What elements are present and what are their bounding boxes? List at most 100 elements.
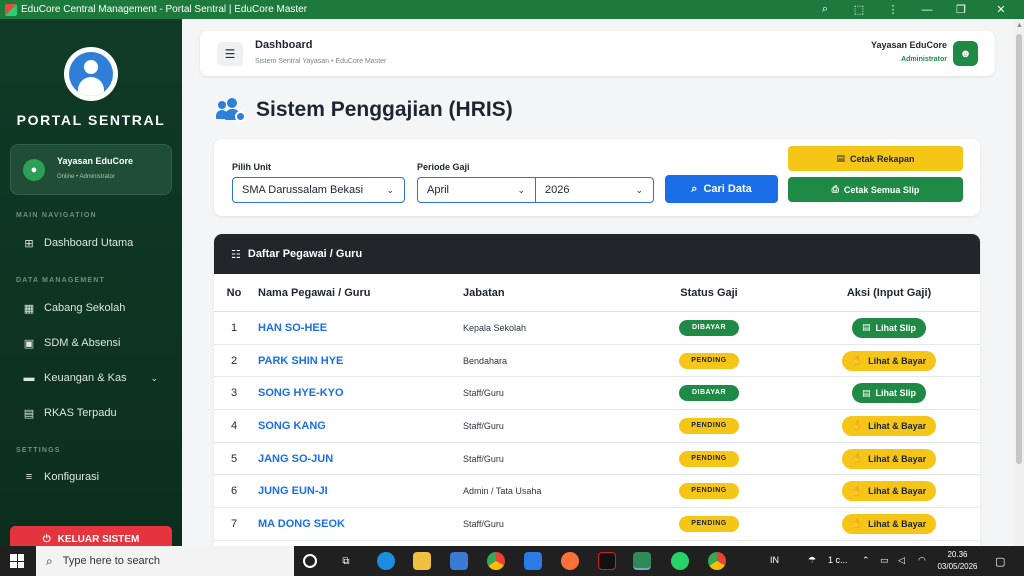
- table-row: 3 SONG HYE-KYO Staff/Guru DIBAYAR ▤ Lihat Sli…: [214, 377, 980, 411]
- user-settings-icon[interactable]: ☻: [953, 41, 978, 66]
- status-cell: PENDING: [668, 417, 750, 434]
- browser-titlebar: EduCore Central Management - Portal Sent…: [0, 0, 1024, 19]
- table-row: 1 HAN SO-HEE Kepala Sekolah DIBAYAR ▤ Lihat S…: [214, 312, 980, 345]
- employee-role: Staff/Guru: [463, 453, 504, 464]
- scrollbar[interactable]: ▲: [1014, 19, 1024, 546]
- weather-icon[interactable]: ☂: [808, 555, 816, 566]
- store-icon[interactable]: [450, 552, 468, 570]
- employee-name-link[interactable]: JANG SO-JUN: [258, 453, 333, 465]
- menu-toggle-button[interactable]: ☰: [217, 42, 243, 66]
- view-slip-button[interactable]: ▤ Lihat Slip: [851, 317, 926, 338]
- status-badge: PENDING: [679, 352, 739, 369]
- sidebar-item-dashboard[interactable]: ⊞ Dashboard Utama: [22, 232, 172, 254]
- receipt-icon: ▤: [861, 387, 871, 398]
- active-app-icon[interactable]: [633, 552, 651, 570]
- action-label: Lihat & Bayar: [868, 486, 927, 497]
- status-badge: PENDING: [679, 515, 739, 532]
- battery-icon[interactable]: ▭: [880, 555, 889, 566]
- language-indicator[interactable]: IN: [770, 555, 779, 565]
- view-slip-button[interactable]: ▤ Lihat Slip: [851, 383, 926, 404]
- employee-role: Bendahara: [463, 355, 508, 366]
- mail-icon[interactable]: [524, 552, 542, 570]
- unit-select[interactable]: SMA Darussalam Bekasi ⌄: [232, 177, 405, 203]
- col-header-action: Aksi (Input Gaji): [846, 286, 932, 299]
- close-button[interactable]: ✕: [978, 3, 1024, 16]
- chrome-icon[interactable]: [487, 552, 505, 570]
- volume-icon[interactable]: ◁: [898, 555, 905, 566]
- printer-icon: ⎙: [831, 184, 839, 194]
- print-recap-button[interactable]: ▤ Cetak Rekapan: [788, 146, 963, 171]
- sidebar-item-rkas-terpadu[interactable]: ▤ RKAS Terpadu: [22, 402, 172, 424]
- search-button[interactable]: ⌕ Cari Data: [665, 175, 778, 203]
- employee-name-link[interactable]: SONG HYE-KYO: [258, 387, 344, 399]
- view-pay-button[interactable]: ✋ Lihat & Bayar: [841, 448, 937, 469]
- building-icon: ▦: [23, 302, 35, 315]
- more-options-icon[interactable]: ⋮: [876, 3, 910, 16]
- header-subtitle: Sistem Sentral Yayasan • EduCore Master: [255, 58, 387, 65]
- status-cell: DIBAYAR: [668, 319, 750, 336]
- action-cell: ✋ Lihat & Bayar: [814, 448, 964, 469]
- sidebar-item-cabang-sekolah[interactable]: ▦ Cabang Sekolah: [22, 297, 172, 319]
- firefox-icon[interactable]: [561, 552, 579, 570]
- clock-date: 03/05/2026: [937, 562, 978, 571]
- logout-button[interactable]: ⏻ KELUAR SISTEM: [10, 526, 172, 546]
- row-number: 1: [230, 321, 238, 334]
- action-cell: ✋ Lihat & Bayar: [814, 513, 964, 534]
- employee-name-link[interactable]: JUNG EUN-JI: [258, 485, 328, 497]
- status-badge: DIBAYAR: [679, 319, 739, 336]
- wallet-icon: ▬: [23, 372, 35, 384]
- extensions-icon[interactable]: ⬚: [842, 3, 876, 16]
- view-pay-button[interactable]: ✋ Lihat & Bayar: [841, 415, 937, 436]
- scroll-up-icon[interactable]: ▲: [1016, 22, 1023, 29]
- taskbar-search[interactable]: ⌕ Type here to search: [36, 546, 294, 576]
- print-recap-label: Cetak Rekapan: [849, 153, 915, 164]
- weather-text[interactable]: 1 c...: [828, 555, 848, 565]
- sidebar-item-keuangan-kas[interactable]: ▬ Keuangan & Kas ⌄: [22, 367, 172, 389]
- network-icon[interactable]: ◠: [918, 555, 926, 566]
- maximize-button[interactable]: ❐: [944, 3, 978, 16]
- cortana-icon[interactable]: [303, 554, 317, 568]
- employee-name-link[interactable]: SONG KANG: [258, 420, 326, 432]
- sidebar-item-label: Dashboard Utama: [44, 237, 134, 249]
- hand-money-icon: ✋: [851, 355, 864, 366]
- view-pay-button[interactable]: ✋ Lihat & Bayar: [841, 481, 937, 502]
- edge-icon[interactable]: [377, 552, 395, 570]
- employee-name-link[interactable]: HAN SO-HEE: [258, 322, 327, 334]
- employee-name-link[interactable]: MA DONG SEOK: [258, 518, 345, 530]
- action-label: Lihat Slip: [875, 388, 917, 399]
- user-avatar-icon: ●: [23, 159, 45, 181]
- chevron-down-icon: ⌄: [150, 372, 158, 383]
- whatsapp-icon[interactable]: [671, 552, 689, 570]
- status-badge: PENDING: [679, 417, 739, 434]
- task-view-icon[interactable]: ⧉: [337, 552, 355, 570]
- chevron-up-icon[interactable]: ⌃: [862, 555, 870, 566]
- sidebar-item-label: Keuangan & Kas: [44, 372, 127, 384]
- chevron-down-icon: ⌄: [635, 184, 643, 195]
- print-all-slips-button[interactable]: ⎙ Cetak Semua Slip: [788, 177, 963, 202]
- notification-icon[interactable]: ▢: [995, 555, 1005, 568]
- chrome-profile-icon[interactable]: [708, 552, 726, 570]
- table-row: 7 MA DONG SEOK Staff/Guru PENDING ✋ Lihat & B…: [214, 508, 980, 541]
- action-cell: ▤ Lihat Slip: [814, 383, 964, 404]
- sidebar-item-konfigurasi[interactable]: ≡ Konfigurasi: [22, 466, 172, 488]
- page-title: Sistem Penggajian (HRIS): [256, 98, 513, 121]
- file-explorer-icon[interactable]: [413, 552, 431, 570]
- employee-name-link[interactable]: PARK SHIN HYE: [258, 355, 343, 367]
- view-pay-button[interactable]: ✋ Lihat & Bayar: [841, 513, 937, 534]
- scrollbar-thumb[interactable]: [1016, 34, 1022, 464]
- zoom-icon[interactable]: ⌕: [808, 3, 842, 16]
- view-pay-button[interactable]: ✋ Lihat & Bayar: [841, 350, 937, 371]
- month-select[interactable]: April ⌄: [417, 177, 536, 203]
- app-icon[interactable]: [598, 552, 616, 570]
- taskbar-search-placeholder: Type here to search: [62, 555, 160, 567]
- minimize-button[interactable]: —: [910, 4, 944, 16]
- windows-start-icon[interactable]: [10, 554, 24, 568]
- row-number: 3: [230, 387, 238, 400]
- year-select[interactable]: 2026 ⌄: [535, 177, 654, 203]
- sidebar-item-sdm-absensi[interactable]: ▣ SDM & Absensi: [22, 332, 172, 354]
- taskbar-clock[interactable]: 20.36 03/05/2026: [930, 549, 985, 573]
- windows-taskbar: ⌕ Type here to search ⧉ IN ☂ 1 c... ⌃ ▭ …: [0, 546, 1024, 576]
- sidebar-item-label: RKAS Terpadu: [44, 407, 117, 419]
- action-cell: ✋ Lihat & Bayar: [814, 415, 964, 436]
- action-cell: ✋ Lihat & Bayar: [814, 481, 964, 502]
